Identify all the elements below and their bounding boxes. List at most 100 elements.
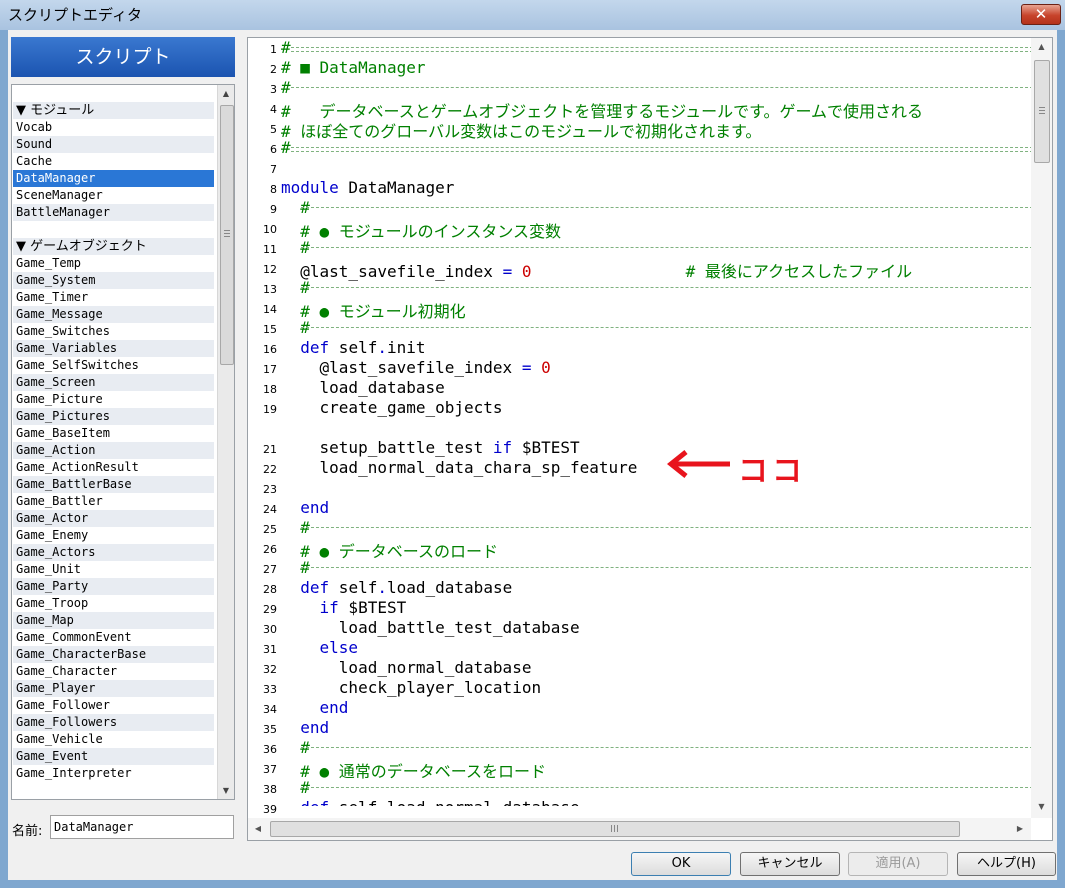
code-line: # データベースとゲームオブジェクトを管理するモジュールです。ゲームで使用される [281, 98, 923, 121]
script-list-item[interactable]: Game_BattlerBase [13, 476, 214, 493]
line-number: 25 [263, 523, 277, 536]
grip-line [224, 233, 230, 234]
list-section-header[interactable]: ▼ ゲームオブジェクト [13, 238, 214, 255]
title-bar: スクリプトエディタ ✕ [0, 0, 1065, 30]
script-list-item[interactable]: SceneManager [13, 187, 214, 204]
script-list-item[interactable]: Game_Player [13, 680, 214, 697]
script-list-item[interactable]: Game_Unit [13, 561, 214, 578]
script-list-item[interactable]: Game_Follower [13, 697, 214, 714]
script-list-item[interactable]: Vocab [13, 119, 214, 136]
script-list-item[interactable]: Game_Followers [13, 714, 214, 731]
line-number-gutter: 1 2 3 4 5 6 7 8 9 10 11 12 13 14 15 16 17 18 19 21 22 23 24 25 2… [248, 38, 281, 816]
script-list-item[interactable]: Game_Party [13, 578, 214, 595]
script-list-item[interactable]: Game_Temp [13, 255, 214, 272]
code-token: def [300, 798, 329, 806]
code-line: # ● モジュールのインスタンス変数 [281, 218, 562, 241]
script-list[interactable]: ▼ モジュール Vocab Sound Cache DataManager SceneMa… [11, 84, 235, 800]
list-section-header[interactable]: ▼ モジュール [13, 102, 214, 119]
scroll-up-arrow-icon[interactable]: ▲ [1031, 38, 1052, 56]
script-list-item[interactable]: Game_Message [13, 306, 214, 323]
editor-vertical-scrollbar[interactable]: ▲ ▼ [1031, 38, 1052, 818]
comment-separator [301, 527, 1031, 528]
code-editor[interactable]: 1 2 3 4 5 6 7 8 9 10 11 12 13 14 15 16 17 18 19 21 22 23 24 25 2… [247, 37, 1053, 841]
close-button[interactable]: ✕ [1021, 4, 1061, 25]
code-token: . [377, 338, 387, 357]
script-list-item[interactable]: Sound [13, 136, 214, 153]
code-token: . [377, 798, 387, 806]
script-name-field[interactable]: DataManager [50, 815, 234, 839]
script-list-item[interactable]: Game_Map [13, 612, 214, 629]
line-number: 27 [263, 563, 277, 576]
script-list-item[interactable]: Game_Picture [13, 391, 214, 408]
script-list-item[interactable]: Game_Variables [13, 340, 214, 357]
script-list-item[interactable]: Game_BaseItem [13, 425, 214, 442]
scroll-down-arrow-icon[interactable]: ▼ [1031, 798, 1052, 816]
editor-hscroll-thumb[interactable] [270, 821, 960, 837]
script-list-item[interactable]: Game_CommonEvent [13, 629, 214, 646]
scroll-left-arrow-icon[interactable]: ◀ [250, 820, 266, 838]
line-number: 29 [263, 603, 277, 616]
script-list-item[interactable]: Game_Actors [13, 544, 214, 561]
script-list-item[interactable]: DataManager [13, 170, 214, 187]
line-number: 14 [263, 303, 277, 316]
script-list-item[interactable]: Game_System [13, 272, 214, 289]
line-number: 10 [263, 223, 277, 236]
code-line: # [281, 238, 310, 258]
script-list-item[interactable]: Game_Actor [13, 510, 214, 527]
script-list-item[interactable]: Game_Screen [13, 374, 214, 391]
apply-button[interactable]: 適用(A) [848, 852, 948, 876]
code-area[interactable]: # # ■ DataManager # # データベースとゲームオブジェクトを管理する… [281, 38, 1031, 806]
code-line: # [281, 138, 291, 158]
script-list-item[interactable]: Game_Character [13, 663, 214, 680]
window-title: スクリプトエディタ [8, 6, 142, 24]
line-number: 21 [263, 443, 277, 456]
dialog-body: スクリプト ▼ モジュール Vocab Sound Cache DataManager S… [8, 30, 1057, 880]
script-list-item[interactable]: Cache [13, 153, 214, 170]
code-line: # [281, 558, 310, 578]
script-list-item[interactable]: Game_Switches [13, 323, 214, 340]
line-number: 3 [270, 83, 277, 96]
script-list-scrollbar[interactable]: ▲ ▼ [217, 85, 234, 799]
scroll-thumb[interactable] [220, 105, 234, 365]
ok-button[interactable]: OK [631, 852, 731, 876]
script-list-item[interactable]: Game_Interpreter [13, 765, 214, 782]
script-list-item[interactable]: Game_SelfSwitches [13, 357, 214, 374]
script-list-header: スクリプト [11, 37, 235, 77]
scroll-up-arrow-icon[interactable]: ▲ [218, 85, 234, 102]
code-line: @last_savefile_index = 0 [281, 358, 551, 378]
code-line: # [281, 38, 291, 58]
script-list-item[interactable]: Game_Action [13, 442, 214, 459]
grip-line [1039, 107, 1045, 108]
code-token: load_normal_database [387, 798, 580, 806]
code-token: @last_savefile_index [281, 358, 522, 377]
code-line: create_game_objects [281, 398, 503, 418]
code-token: end [300, 498, 330, 517]
line-number: 28 [263, 583, 277, 596]
cancel-button[interactable]: キャンセル [740, 852, 840, 876]
scroll-down-arrow-icon[interactable]: ▼ [218, 782, 234, 799]
script-list-item[interactable]: Game_CharacterBase [13, 646, 214, 663]
code-token: init [386, 338, 426, 357]
help-button[interactable]: ヘルプ(H) [957, 852, 1056, 876]
editor-horizontal-scrollbar[interactable]: ◀ ▶ [248, 818, 1031, 840]
editor-scroll-thumb[interactable] [1034, 60, 1050, 163]
script-list-item[interactable]: Game_ActionResult [13, 459, 214, 476]
line-number: 22 [263, 463, 277, 476]
scroll-right-arrow-icon[interactable]: ▶ [1012, 820, 1028, 838]
script-list-item[interactable]: Game_Enemy [13, 527, 214, 544]
script-list-item[interactable]: Game_Event [13, 748, 214, 765]
script-list-item[interactable]: BattleManager [13, 204, 214, 221]
script-list-item[interactable]: Game_Vehicle [13, 731, 214, 748]
code-token: . [377, 578, 387, 597]
script-list-item[interactable]: Game_Timer [13, 289, 214, 306]
script-list-item[interactable]: Game_Battler [13, 493, 214, 510]
line-number: 1 [270, 43, 277, 56]
script-list-item[interactable]: Game_Pictures [13, 408, 214, 425]
code-token: # ● モジュールのインスタンス変数 [281, 222, 562, 241]
comment-separator [301, 567, 1031, 568]
grip-line [224, 236, 230, 237]
name-label: 名前: [12, 824, 43, 839]
comment-separator [291, 51, 1031, 52]
script-list-item[interactable]: Game_Troop [13, 595, 214, 612]
